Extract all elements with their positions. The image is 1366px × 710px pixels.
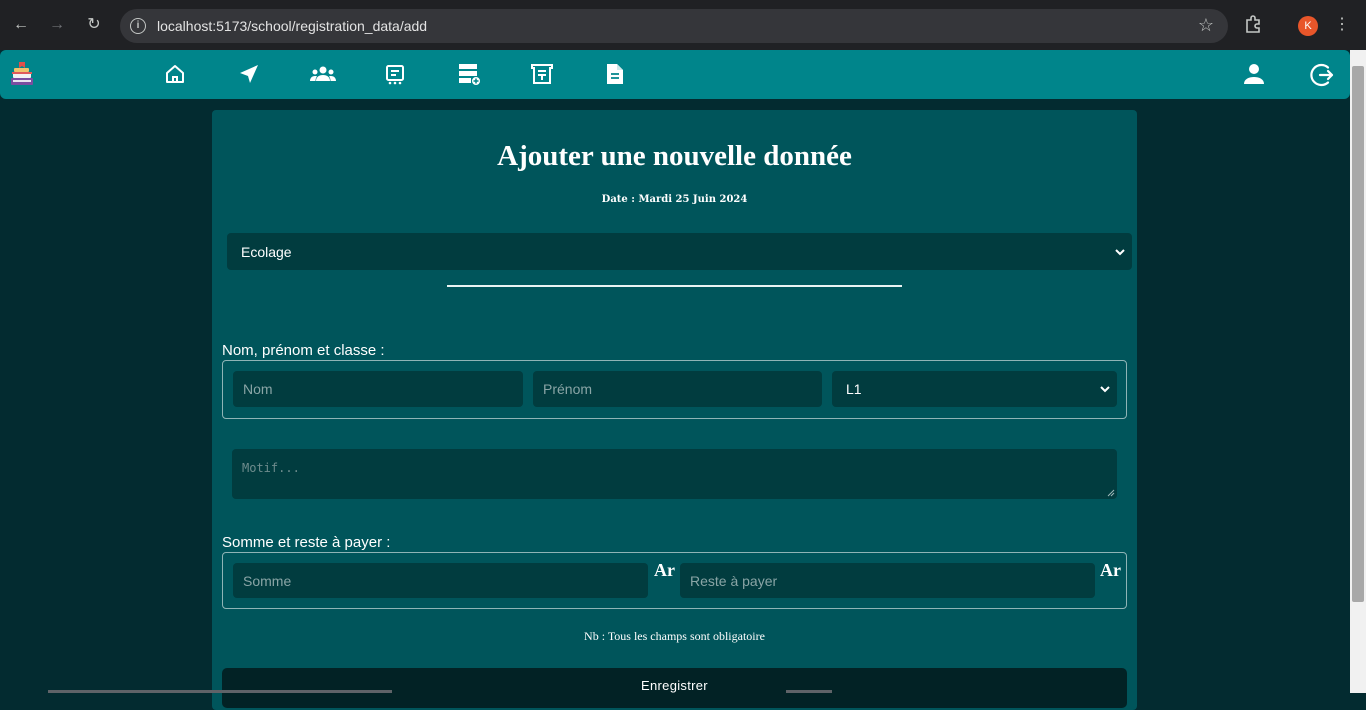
prenom-placeholder: Prénom — [543, 381, 593, 397]
classe-select[interactable]: L1 — [832, 371, 1117, 407]
receipt-icon[interactable] — [530, 62, 554, 86]
bookmark-star-icon[interactable]: ☆ — [1198, 15, 1214, 36]
send-icon[interactable] — [237, 62, 261, 86]
extensions-icon[interactable] — [1243, 14, 1263, 34]
storage-add-icon[interactable] — [457, 62, 481, 86]
classe-select-value: L1 — [846, 381, 862, 397]
group-icon[interactable] — [310, 62, 336, 86]
nom-placeholder: Nom — [243, 381, 273, 397]
home-icon[interactable] — [163, 62, 187, 86]
somme-input[interactable]: Somme — [233, 563, 648, 598]
date-label: Date : Mardi 25 Juin 2024 — [601, 194, 748, 205]
profile-avatar[interactable]: K — [1298, 16, 1318, 36]
motif-placeholder: Motif... — [242, 461, 300, 475]
logout-icon[interactable] — [1310, 62, 1334, 87]
browser-menu-icon[interactable]: ⋮ — [1334, 14, 1350, 34]
resize-grip-icon[interactable] — [1107, 489, 1115, 497]
address-bar[interactable]: i localhost:5173/school/registration_dat… — [120, 9, 1228, 43]
reste-input[interactable]: Reste à payer — [680, 563, 1095, 598]
app-logo[interactable] — [10, 61, 34, 87]
prenom-input[interactable]: Prénom — [533, 371, 822, 407]
chevron-down-icon — [1100, 386, 1110, 393]
somme-placeholder: Somme — [243, 572, 292, 589]
amount-section-label: Somme et reste à payer : — [222, 534, 391, 551]
scrollbar-thumb[interactable] — [1352, 66, 1364, 602]
site-info-icon[interactable]: i — [130, 18, 146, 34]
calendar-list-icon[interactable] — [384, 62, 408, 86]
back-icon[interactable]: ← — [9, 13, 33, 37]
type-select-value: Ecolage — [241, 243, 292, 260]
required-note: Nb : Tous les champs sont obligatoire — [584, 629, 765, 643]
motif-textarea[interactable]: Motif... — [232, 449, 1117, 499]
app-navbar — [0, 50, 1350, 99]
currency-label-somme: Ar — [654, 560, 675, 580]
browser-toolbar: ← → ↻ i localhost:5173/school/registrati… — [0, 0, 1366, 50]
type-select[interactable]: Ecolage — [227, 233, 1132, 270]
forward-icon[interactable]: → — [45, 13, 69, 37]
document-icon[interactable] — [603, 62, 627, 86]
url-text[interactable]: localhost:5173/school/registration_data/… — [157, 18, 427, 34]
identity-section-label: Nom, prénom et classe : — [222, 342, 385, 359]
nom-input[interactable]: Nom — [233, 371, 523, 407]
reload-icon[interactable]: ↻ — [82, 13, 106, 37]
save-button[interactable]: Enregistrer — [222, 668, 1127, 708]
account-icon[interactable] — [1242, 62, 1266, 86]
currency-label-reste: Ar — [1100, 560, 1121, 580]
page-title: Ajouter une nouvelle donnée — [497, 140, 852, 172]
chevron-down-icon — [1115, 248, 1125, 255]
reste-placeholder: Reste à payer — [690, 572, 778, 589]
divider — [447, 285, 902, 287]
